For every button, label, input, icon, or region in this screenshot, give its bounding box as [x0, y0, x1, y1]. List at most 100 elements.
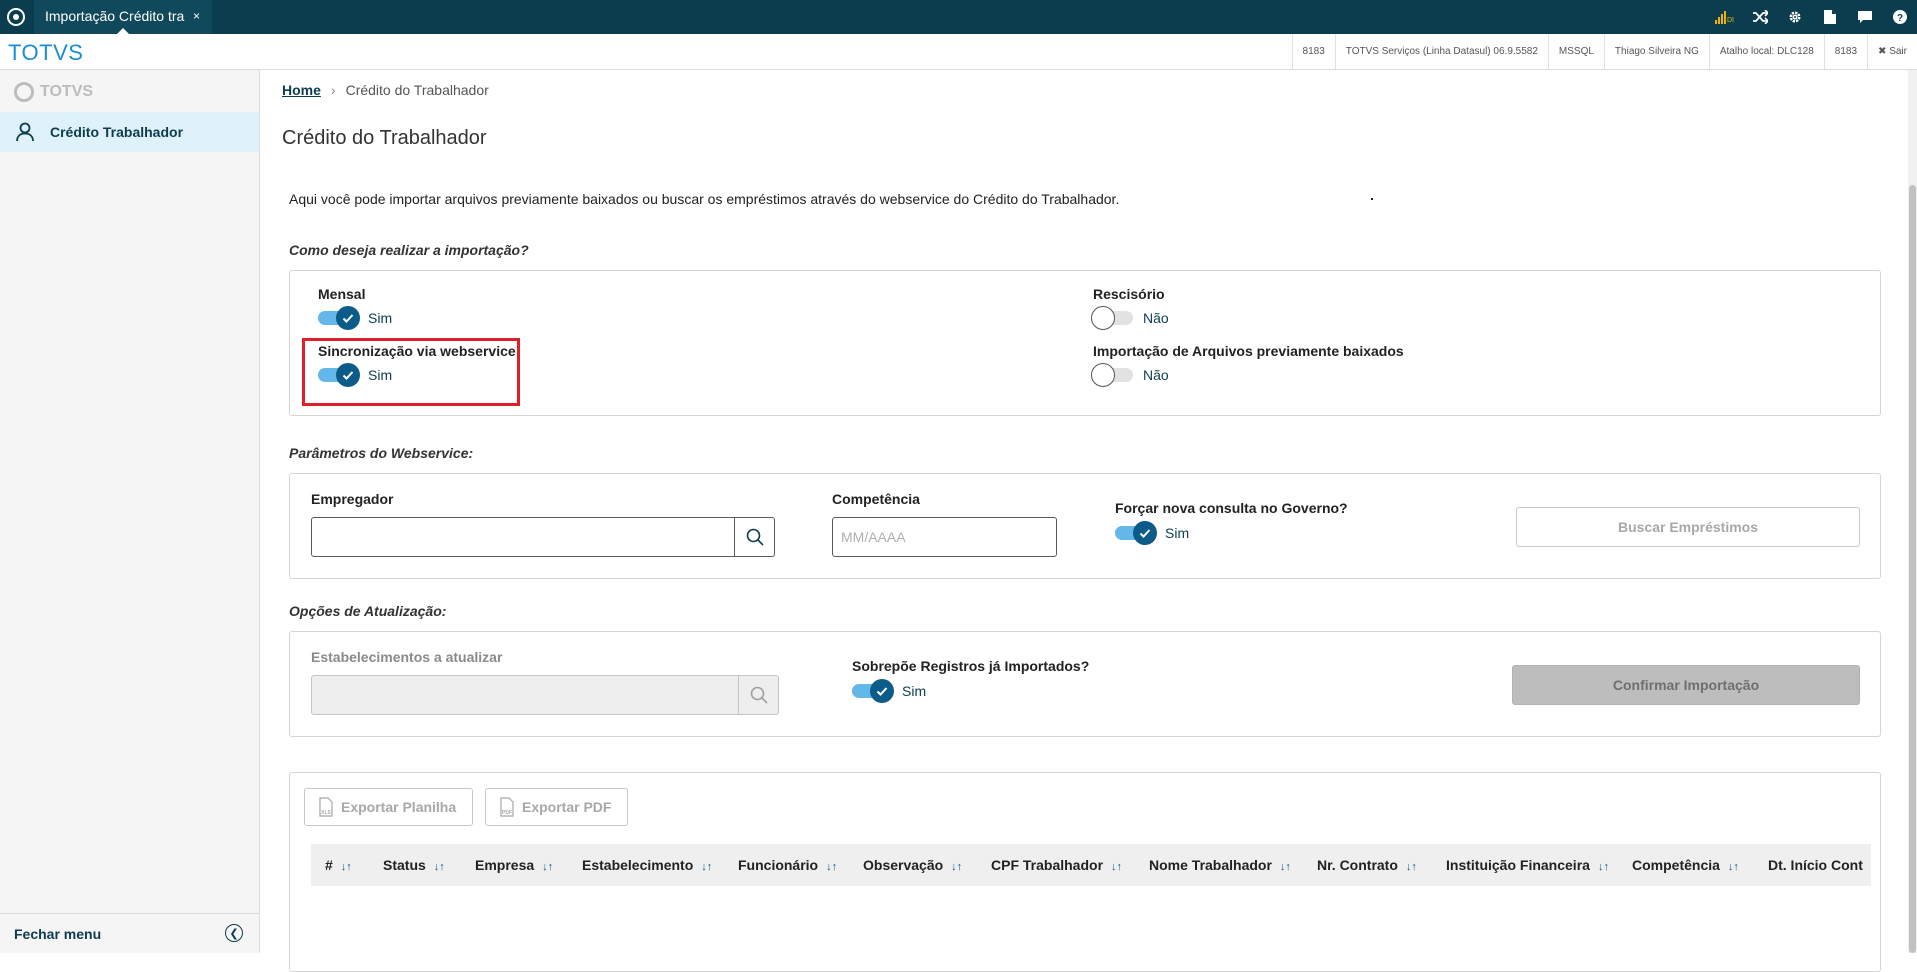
estab-search-button[interactable]: [738, 676, 778, 714]
sort-icon: ↓↑: [1405, 861, 1417, 873]
arquivos-toggle[interactable]: Não: [1091, 363, 1169, 387]
forcar-value: Sim: [1165, 525, 1190, 541]
export-pdf-button[interactable]: PDF Exportar PDF: [485, 788, 629, 826]
arquivos-label: Importação de Arquivos previamente baixa…: [1093, 343, 1404, 359]
sort-icon: ↓↑: [542, 861, 554, 873]
competencia-input[interactable]: MM/AAAA: [832, 517, 1057, 557]
col-header[interactable]: Competência ↓↑: [1618, 857, 1754, 873]
sort-icon: ↓↑: [1727, 861, 1739, 873]
col-header[interactable]: Observação ↓↑: [849, 857, 977, 873]
mensal-label: Mensal: [318, 286, 366, 302]
sidebar-item-credito-trabalhador[interactable]: Crédito Trabalhador: [0, 112, 259, 152]
update-panel: Estabelecimentos a atualizar Sobrepõe Re…: [289, 631, 1881, 737]
col-header[interactable]: Instituição Financeira ↓↑: [1432, 857, 1618, 873]
col-header[interactable]: # ↓↑: [311, 857, 369, 873]
webservice-section-label: Parâmetros do Webservice:: [289, 445, 474, 461]
shuffle-icon[interactable]: [1742, 0, 1777, 34]
status-company-2: 8183: [1823, 34, 1867, 69]
col-header[interactable]: Empresa ↓↑: [461, 857, 568, 873]
logout-button[interactable]: ✖ Sair: [1867, 34, 1917, 69]
estab-input[interactable]: [311, 675, 779, 715]
col-header[interactable]: Dt. Início Cont: [1754, 857, 1871, 873]
sort-icon: ↓↑: [433, 861, 445, 873]
sort-icon: ↓↑: [951, 861, 963, 873]
estab-label: Estabelecimentos a atualizar: [311, 649, 503, 665]
chat-icon[interactable]: [1847, 0, 1882, 34]
sidebar-item-label: Crédito Trabalhador: [50, 124, 184, 140]
svg-text:DI: DI: [1727, 17, 1734, 24]
status-company: 8183: [1291, 34, 1335, 69]
sort-icon: ↓↑: [1111, 861, 1123, 873]
search-button[interactable]: [734, 518, 774, 556]
forcar-label: Forçar nova consulta no Governo?: [1115, 500, 1348, 516]
stray-dot: [1371, 198, 1373, 200]
svg-text:?: ?: [1896, 13, 1902, 24]
user-icon: [16, 122, 34, 142]
col-header[interactable]: Funcionário ↓↑: [724, 857, 849, 873]
tab-title: Importação Crédito tra: [45, 8, 185, 24]
forcar-toggle[interactable]: Sim: [1115, 521, 1190, 545]
competencia-placeholder: MM/AAAA: [841, 529, 906, 545]
status-product: TOTVS Serviços (Linha Datasul) 06.9.5582: [1334, 34, 1548, 69]
import-section-label: Como deseja realizar a importação?: [289, 242, 529, 258]
sobrepoe-toggle[interactable]: Sim: [852, 679, 926, 703]
breadcrumb: Home › Crédito do Trabalhador: [282, 82, 489, 98]
col-header[interactable]: Nome Trabalhador ↓↑: [1135, 857, 1303, 873]
help-icon[interactable]: ?: [1882, 0, 1917, 34]
sobrepoe-label: Sobrepõe Registros já Importados?: [852, 658, 1090, 674]
mensal-value: Sim: [368, 310, 393, 326]
status-database: MSSQL: [1547, 34, 1604, 69]
gear-icon[interactable]: [1777, 0, 1812, 34]
svg-text:PDF: PDF: [502, 810, 512, 816]
col-header[interactable]: Nr. Contrato ↓↑: [1303, 857, 1432, 873]
tab-importacao[interactable]: Importação Crédito tra ×: [34, 0, 212, 34]
close-menu-label: Fechar menu: [14, 925, 102, 942]
status-user: Thiago Silveira NG: [1603, 34, 1709, 69]
app-logo-icon[interactable]: [7, 8, 25, 26]
competencia-label: Competência: [832, 491, 920, 507]
rescisorio-label: Rescisório: [1093, 286, 1165, 302]
sort-icon: ↓↑: [826, 861, 838, 873]
webservice-panel: Empregador Competência MM/AAAA Forçar no…: [289, 473, 1881, 579]
sort-icon: ↓↑: [1597, 861, 1609, 873]
sidebar-logo-text: TOTVS: [40, 83, 94, 100]
svg-text:XLS: XLS: [321, 810, 331, 816]
sort-icon: ↓↑: [701, 861, 713, 873]
arquivos-value: Não: [1143, 367, 1169, 383]
sidebar-logo: TOTVS: [14, 82, 93, 102]
chevron-left-icon[interactable]: ❮: [225, 924, 243, 942]
col-header[interactable]: Status ↓↑: [369, 857, 461, 873]
mensal-toggle[interactable]: Sim: [318, 306, 393, 330]
status-shortcut: Atalho local: DLC128: [1708, 34, 1824, 69]
sort-icon: ↓↑: [1279, 861, 1291, 873]
export-xls-label: Exportar Planilha: [341, 799, 457, 815]
intro-text: Aqui você pode importar arquivos previam…: [289, 191, 1120, 207]
top-bar: Importação Crédito tra × DI ?: [0, 0, 1917, 34]
breadcrumb-current: Crédito do Trabalhador: [345, 82, 489, 98]
sort-icon: ↓↑: [340, 861, 352, 873]
status-bar: 8183 TOTVS Serviços (Linha Datasul) 06.9…: [1291, 34, 1917, 69]
breadcrumb-home[interactable]: Home: [282, 82, 321, 98]
update-section-label: Opções de Atualização:: [289, 603, 447, 619]
import-panel: Mensal Sim Rescisório Não Sincronização …: [289, 270, 1881, 416]
header-bar: TOTVS 8183 TOTVS Serviços (Linha Datasul…: [0, 34, 1917, 70]
page-title: Crédito do Trabalhador: [282, 127, 487, 149]
rescisorio-toggle[interactable]: Não: [1091, 306, 1169, 330]
export-xls-button[interactable]: XLS Exportar Planilha: [304, 788, 474, 826]
close-icon[interactable]: ×: [193, 9, 200, 23]
signal-icon[interactable]: DI: [1707, 0, 1742, 34]
close-menu-button[interactable]: Fechar menu ❮: [0, 913, 259, 953]
export-pdf-label: Exportar PDF: [522, 799, 612, 815]
col-header[interactable]: Estabelecimento ↓↑: [568, 857, 724, 873]
col-header[interactable]: CPF Trabalhador ↓↑: [977, 857, 1135, 873]
empregador-label: Empregador: [311, 491, 394, 507]
confirmar-importacao-button[interactable]: Confirmar Importação: [1512, 665, 1860, 705]
document-icon[interactable]: [1812, 0, 1847, 34]
totvs-logo-icon: [14, 82, 34, 102]
chevron-right-icon: ›: [330, 82, 336, 98]
scrollbar-thumb[interactable]: [1909, 185, 1916, 953]
empregador-input[interactable]: [311, 517, 775, 557]
sidebar: TOTVS Crédito Trabalhador Fechar menu ❮: [0, 70, 260, 953]
scrollbar[interactable]: [1908, 70, 1917, 953]
buscar-emprestimos-button[interactable]: Buscar Empréstimos: [1516, 507, 1860, 547]
